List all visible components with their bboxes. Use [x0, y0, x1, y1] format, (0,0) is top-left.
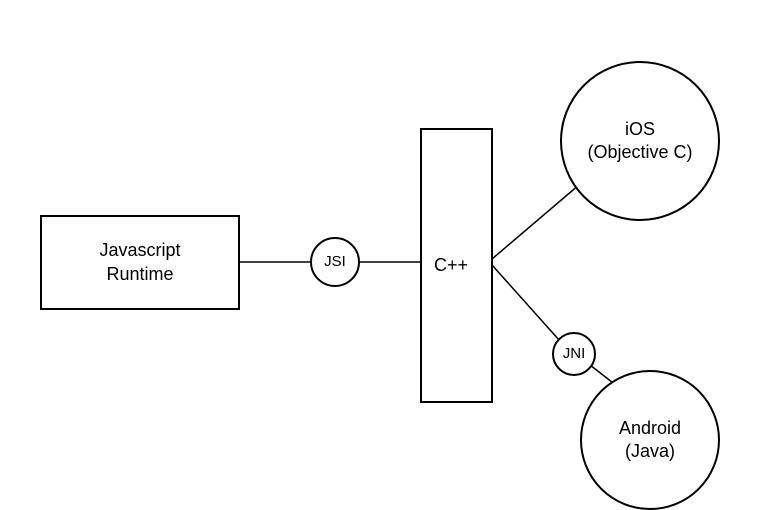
- android-circle: Android (Java): [580, 370, 720, 510]
- cpp-box: C++: [420, 128, 493, 403]
- cpp-label: C++: [434, 254, 468, 277]
- android-label: Android (Java): [619, 417, 681, 464]
- jni-circle: JNI: [552, 332, 596, 376]
- jni-label: JNI: [563, 344, 586, 364]
- jsi-circle: JSI: [310, 237, 360, 287]
- ios-label: iOS (Objective C): [587, 118, 692, 165]
- js-runtime-label: Javascript Runtime: [99, 239, 180, 286]
- ios-circle: iOS (Objective C): [560, 61, 720, 221]
- js-runtime-box: Javascript Runtime: [40, 215, 240, 310]
- jsi-label: JSI: [324, 252, 346, 272]
